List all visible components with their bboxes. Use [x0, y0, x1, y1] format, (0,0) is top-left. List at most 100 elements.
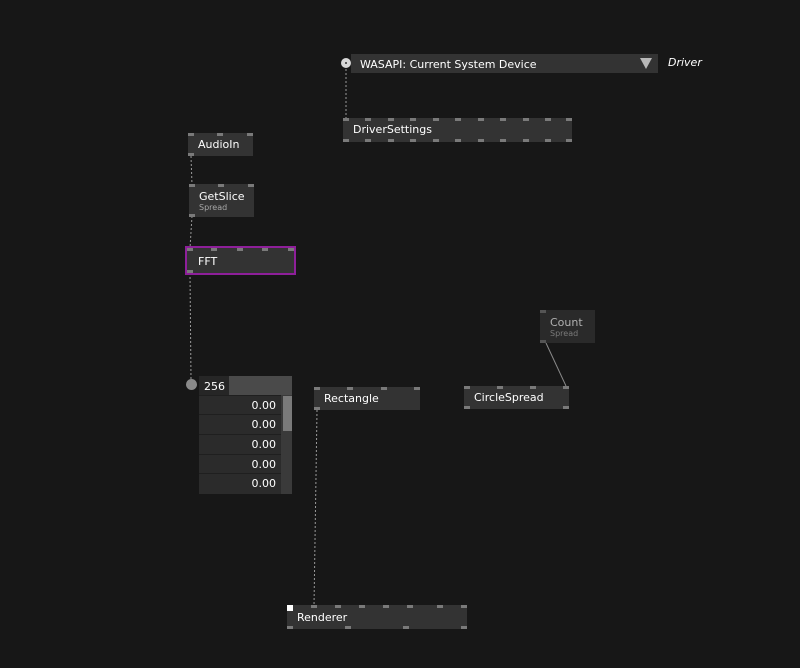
spread-value: 0.00	[251, 438, 277, 451]
link-count-circlespread[interactable]	[545, 342, 567, 387]
input-pin[interactable]	[437, 605, 443, 608]
node-audioin[interactable]: AudioIn	[188, 133, 253, 156]
input-pin[interactable]	[262, 248, 268, 251]
spread-count-bar[interactable]	[229, 376, 292, 395]
output-pin[interactable]	[365, 139, 371, 142]
input-pin[interactable]	[381, 387, 387, 390]
spread-value-row[interactable]: 0.00	[199, 414, 281, 432]
input-pin[interactable]	[314, 387, 320, 390]
output-pin[interactable]	[433, 139, 439, 142]
input-pin[interactable]	[545, 118, 551, 121]
input-pin[interactable]	[347, 387, 353, 390]
link-getslice-fft[interactable]	[189, 215, 193, 249]
node-getslice[interactable]: GetSlice Spread	[189, 184, 254, 217]
output-pin[interactable]	[403, 626, 409, 629]
output-pin[interactable]	[455, 139, 461, 142]
spread-value: 0.00	[251, 399, 277, 412]
enum-output-pin-center	[345, 62, 347, 64]
input-pin[interactable]	[237, 248, 243, 251]
spread-value-row[interactable]: 0.00	[199, 395, 281, 413]
spread-count-value: 256	[204, 380, 225, 393]
node-category: Spread	[199, 203, 228, 212]
spread-scrollbar[interactable]	[281, 395, 292, 494]
node-driversettings[interactable]: DriverSettings	[343, 118, 572, 142]
link-layer	[189, 69, 567, 607]
output-pin[interactable]	[343, 139, 349, 142]
input-pin[interactable]	[464, 386, 470, 389]
output-pin[interactable]	[540, 340, 546, 343]
output-pin[interactable]	[287, 626, 293, 629]
spread-iobox[interactable]: 256 0.00 0.00 0.00 0.00 0.00	[199, 376, 292, 494]
node-rectangle[interactable]: Rectangle	[314, 387, 420, 410]
input-pin[interactable]	[478, 118, 484, 121]
node-category: Spread	[550, 329, 579, 338]
output-pin[interactable]	[478, 139, 484, 142]
input-pin[interactable]	[335, 605, 341, 608]
node-title: GetSlice	[199, 190, 245, 203]
input-pin[interactable]	[455, 118, 461, 121]
link-fft-iobox[interactable]	[189, 272, 192, 381]
input-pin[interactable]	[218, 184, 224, 187]
input-pin[interactable]	[414, 387, 420, 390]
output-pin[interactable]	[523, 139, 529, 142]
input-pin[interactable]	[540, 310, 546, 313]
input-pin[interactable]	[523, 118, 529, 121]
input-pin[interactable]	[500, 118, 506, 121]
output-pin[interactable]	[345, 626, 351, 629]
spread-value-row[interactable]: 0.00	[199, 454, 281, 472]
input-pin[interactable]	[461, 605, 467, 608]
node-fft[interactable]: FFT	[185, 246, 296, 275]
spread-count-field[interactable]: 256	[199, 376, 229, 395]
output-pin[interactable]	[566, 139, 572, 142]
input-pin[interactable]	[410, 118, 416, 121]
output-pin[interactable]	[388, 139, 394, 142]
node-title: Count	[550, 316, 583, 329]
link-audioin-getslice[interactable]	[190, 155, 193, 186]
driver-enum-value: WASAPI: Current System Device	[360, 58, 537, 71]
input-pin[interactable]	[217, 133, 223, 136]
output-pin[interactable]	[314, 407, 320, 410]
output-pin[interactable]	[464, 406, 470, 409]
iobox-input-pin[interactable]	[186, 379, 197, 390]
input-pin[interactable]	[497, 386, 503, 389]
output-pin[interactable]	[545, 139, 551, 142]
driver-enum-dropdown[interactable]: WASAPI: Current System Device	[351, 54, 658, 73]
input-pin[interactable]	[388, 118, 394, 121]
node-count[interactable]: Count Spread	[540, 310, 595, 343]
output-pin[interactable]	[410, 139, 416, 142]
input-pin[interactable]	[566, 118, 572, 121]
input-pin[interactable]	[247, 133, 253, 136]
input-pin[interactable]	[563, 386, 569, 389]
input-pin[interactable]	[187, 248, 193, 251]
output-pin[interactable]	[500, 139, 506, 142]
output-pin[interactable]	[188, 153, 194, 156]
input-pin[interactable]	[359, 605, 365, 608]
input-pin[interactable]	[189, 184, 195, 187]
input-pin[interactable]	[407, 605, 413, 608]
spread-scrollbar-thumb[interactable]	[283, 396, 292, 431]
input-pin[interactable]	[211, 248, 217, 251]
node-renderer[interactable]: Renderer	[287, 605, 467, 629]
input-pin[interactable]	[365, 118, 371, 121]
input-pin[interactable]	[188, 133, 194, 136]
node-circlespread[interactable]: CircleSpread	[464, 386, 569, 409]
input-pin[interactable]	[343, 118, 349, 121]
node-title: AudioIn	[198, 138, 240, 151]
input-pin[interactable]	[530, 386, 536, 389]
enum-output-pin[interactable]	[341, 58, 351, 68]
input-pin-active[interactable]	[287, 605, 293, 611]
output-pin[interactable]	[563, 406, 569, 409]
link-rectangle-renderer[interactable]	[313, 409, 318, 607]
input-pin[interactable]	[433, 118, 439, 121]
output-pin[interactable]	[187, 270, 193, 273]
output-pin[interactable]	[189, 214, 195, 217]
input-pin[interactable]	[288, 248, 294, 251]
input-pin[interactable]	[311, 605, 317, 608]
input-pin[interactable]	[383, 605, 389, 608]
spread-value-row[interactable]: 0.00	[199, 473, 281, 491]
triangle-down-icon[interactable]	[640, 58, 652, 69]
driver-enum-label: Driver	[668, 56, 702, 69]
output-pin[interactable]	[461, 626, 467, 629]
input-pin[interactable]	[248, 184, 254, 187]
spread-value-row[interactable]: 0.00	[199, 434, 281, 452]
